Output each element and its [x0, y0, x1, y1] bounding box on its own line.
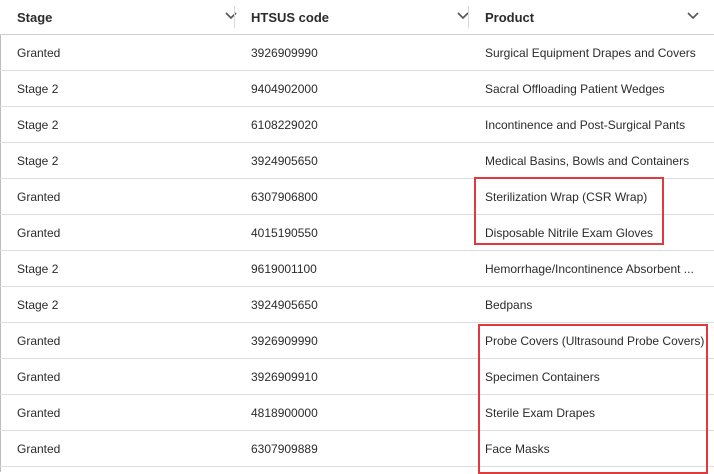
table-body: Granted 3926909990 Surgical Equipment Dr… — [0, 35, 714, 467]
column-separator[interactable] — [234, 6, 235, 28]
column-header-htsus-code[interactable]: HTSUS code — [234, 0, 469, 34]
cell-product: Face Masks — [485, 441, 550, 456]
cell-htsus-code: 6307906800 — [251, 189, 318, 204]
table-row[interactable]: Granted 3926909990 Probe Covers (Ultraso… — [0, 323, 714, 359]
cell-htsus-code: 3926909910 — [251, 369, 318, 384]
cell-stage: Stage 2 — [17, 261, 59, 276]
column-header-label: Stage — [17, 9, 53, 25]
cell-product: Surgical Equipment Drapes and Covers — [485, 45, 696, 60]
column-separator[interactable] — [468, 6, 469, 28]
cell-htsus-code: 3924905650 — [251, 153, 318, 168]
cell-product: Medical Basins, Bowls and Containers — [485, 153, 690, 168]
cell-product: Incontinence and Post-Surgical Pants — [485, 117, 686, 132]
cell-stage: Stage 2 — [17, 117, 59, 132]
table-header: Stage HTSUS code Product — [0, 0, 714, 35]
column-header-label: HTSUS code — [251, 9, 330, 25]
table-row[interactable]: Stage 2 3924905650 Bedpans — [0, 287, 714, 323]
cell-product: Hemorrhage/Incontinence Absorbent ... — [485, 261, 694, 276]
cell-htsus-code: 3926909990 — [251, 333, 318, 348]
products-table: Stage HTSUS code Product Granted 3926909… — [0, 0, 714, 467]
cell-stage: Stage 2 — [17, 153, 59, 168]
table-row[interactable]: Granted 3926909990 Surgical Equipment Dr… — [0, 35, 714, 71]
cell-product: Sterile Exam Drapes — [485, 405, 596, 420]
cell-stage: Granted — [17, 45, 61, 60]
table-row[interactable]: Stage 2 6108229020 Incontinence and Post… — [0, 107, 714, 143]
cell-htsus-code: 4015190550 — [251, 225, 318, 240]
table-row[interactable]: Granted 4015190550 Disposable Nitrile Ex… — [0, 215, 714, 251]
cell-htsus-code: 6108229020 — [251, 117, 318, 132]
cell-product: Sacral Offloading Patient Wedges — [485, 81, 665, 96]
chevron-down-icon[interactable] — [687, 12, 699, 20]
cell-stage: Stage 2 — [17, 297, 59, 312]
cell-stage: Granted — [17, 369, 61, 384]
cell-stage: Stage 2 — [17, 81, 59, 96]
cell-product: Bedpans — [485, 297, 533, 312]
cell-stage: Granted — [17, 405, 61, 420]
cell-htsus-code: 3926909990 — [251, 45, 318, 60]
cell-product: Disposable Nitrile Exam Gloves — [485, 225, 654, 240]
cell-stage: Granted — [17, 189, 61, 204]
cell-htsus-code: 9404902000 — [251, 81, 318, 96]
cell-htsus-code: 3924905650 — [251, 297, 318, 312]
cell-product: Probe Covers (Ultrasound Probe Covers) — [485, 333, 705, 348]
table-row[interactable]: Stage 2 9619001100 Hemorrhage/Incontinen… — [0, 251, 714, 287]
cell-product: Sterilization Wrap (CSR Wrap) — [485, 189, 648, 204]
table-row[interactable]: Granted 4818900000 Sterile Exam Drapes — [0, 395, 714, 431]
cell-stage: Granted — [17, 441, 61, 456]
cell-stage: Granted — [17, 225, 61, 240]
cell-stage: Granted — [17, 333, 61, 348]
cell-htsus-code: 9619001100 — [251, 261, 317, 276]
column-header-product[interactable]: Product — [468, 0, 714, 34]
table-row[interactable]: Stage 2 9404902000 Sacral Offloading Pat… — [0, 71, 714, 107]
table-row[interactable]: Stage 2 3924905650 Medical Basins, Bowls… — [0, 143, 714, 179]
table-row[interactable]: Granted 6307909889 Face Masks — [0, 431, 714, 467]
column-header-label: Product — [485, 9, 535, 25]
table-row[interactable]: Granted 6307906800 Sterilization Wrap (C… — [0, 179, 714, 215]
table-row[interactable]: Granted 3926909910 Specimen Containers — [0, 359, 714, 395]
cell-product: Specimen Containers — [485, 369, 600, 384]
cell-htsus-code: 6307909889 — [251, 441, 318, 456]
cell-htsus-code: 4818900000 — [251, 405, 318, 420]
column-header-stage[interactable]: Stage — [0, 0, 237, 34]
